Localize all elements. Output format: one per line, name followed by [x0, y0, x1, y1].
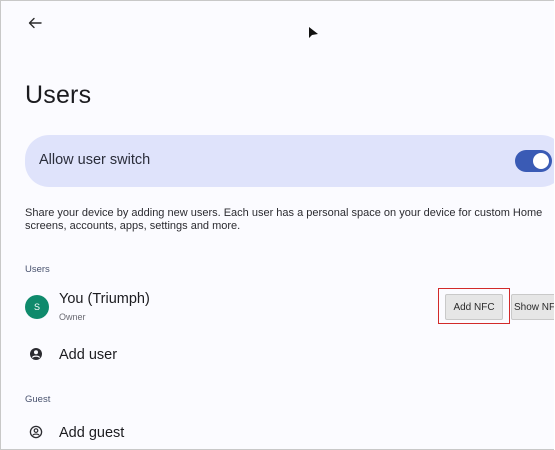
allow-user-switch-card[interactable]: Allow user switch: [25, 135, 554, 187]
user-role: Owner: [59, 312, 86, 322]
toggle-knob: [533, 153, 549, 169]
user-name: You (Triumph): [59, 291, 150, 307]
add-user-row[interactable]: Add user: [25, 343, 325, 367]
settings-window: Users Allow user switch Share your devic…: [0, 0, 554, 450]
person-add-icon: [30, 348, 42, 360]
allow-user-switch-toggle[interactable]: [515, 150, 552, 172]
users-section-header: Users: [25, 264, 50, 275]
add-guest-row[interactable]: Add guest: [25, 421, 325, 445]
back-arrow-icon: [28, 17, 42, 29]
mouse-pointer-icon: [309, 27, 318, 38]
add-user-label: Add user: [59, 347, 118, 363]
show-nfc-button[interactable]: Show NFC: [511, 294, 554, 320]
add-guest-label: Add guest: [59, 425, 125, 441]
back-button[interactable]: [23, 11, 47, 35]
avatar: S: [25, 295, 49, 319]
page-title: Users: [25, 81, 92, 109]
allow-user-switch-label: Allow user switch: [39, 152, 151, 168]
users-description: Share your device by adding new users. E…: [25, 207, 543, 232]
add-nfc-button[interactable]: Add NFC: [445, 294, 503, 320]
guest-icon: [29, 425, 43, 439]
guest-section-header: Guest: [25, 394, 51, 405]
